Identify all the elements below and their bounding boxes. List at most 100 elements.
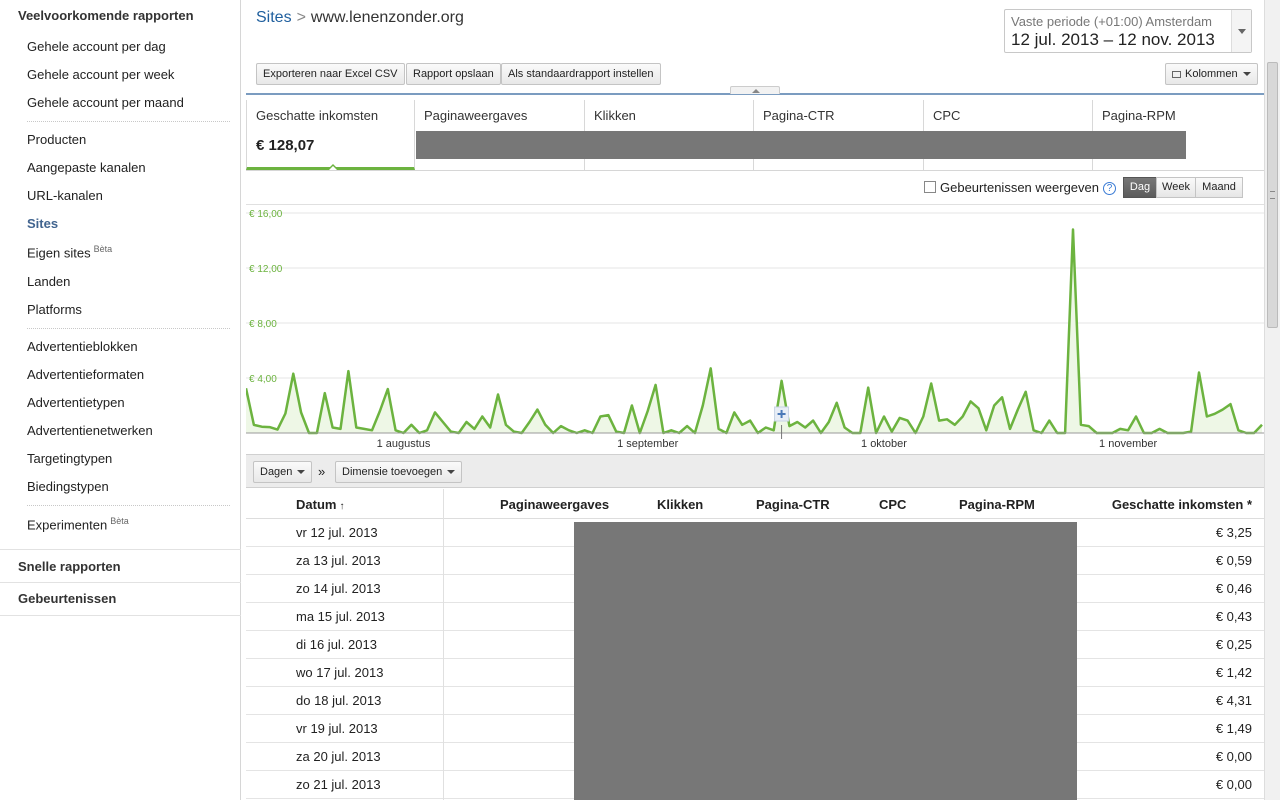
- sidebar-item-targeting-types[interactable]: Targetingtypen: [27, 451, 112, 466]
- cell-earnings: € 4,31: [1215, 693, 1252, 708]
- show-events-toggle[interactable]: Gebeurtenissen weergeven?: [924, 180, 1116, 195]
- column-header-page-ctr[interactable]: Pagina-CTR: [756, 497, 830, 512]
- column-header-date[interactable]: Datum ↑: [296, 497, 344, 512]
- breadcrumb-chevron: »: [318, 464, 326, 479]
- granularity-month-button[interactable]: Maand: [1195, 177, 1243, 198]
- sidebar-item-own-sites-label: Eigen sites: [27, 245, 91, 261]
- cell-earnings: € 0,00: [1215, 777, 1252, 792]
- earnings-chart: € 16,00 € 12,00 € 8,00 € 4,00 1 augustus 1 se…: [246, 209, 1264, 450]
- sidebar-item-products[interactable]: Producten: [27, 132, 86, 147]
- cell-date: vr 12 jul. 2013: [296, 525, 378, 540]
- y-tick-label: € 8,00: [249, 319, 277, 330]
- granularity-week-button[interactable]: Week: [1156, 177, 1196, 198]
- sidebar-item-experiments-label: Experimenten: [27, 517, 108, 533]
- sort-ascending-icon: ↑: [339, 501, 345, 512]
- sidebar-item-bid-types[interactable]: Biedingstypen: [27, 479, 109, 494]
- cell-earnings: € 3,25: [1215, 525, 1252, 540]
- sidebar-heading-quick-reports[interactable]: Snelle rapporten: [18, 559, 121, 574]
- x-tick-label: 1 oktober: [861, 438, 907, 450]
- breadcrumb-sites-link[interactable]: Sites: [256, 9, 292, 26]
- columns-label: Kolommen: [1185, 68, 1238, 80]
- add-dimension-dropdown[interactable]: Dimensie toevoegen: [335, 461, 463, 483]
- cell-date: ma 15 jul. 2013: [296, 609, 385, 624]
- x-tick-label: 1 november: [1099, 438, 1157, 450]
- sidebar-item-ad-formats[interactable]: Advertentieformaten: [27, 367, 144, 382]
- cell-earnings: € 0,59: [1215, 553, 1252, 568]
- scrollbar-thumb[interactable]: [1267, 62, 1278, 328]
- sidebar-item-url-channels[interactable]: URL-kanalen: [27, 188, 103, 203]
- sidebar-item-account-per-week[interactable]: Gehele account per week: [27, 67, 174, 82]
- metric-name: Klikken: [594, 108, 636, 123]
- main-content: Sites > www.lenenzonder.org Vaste periode …: [246, 0, 1264, 800]
- sidebar-divider: [0, 549, 241, 550]
- sidebar-item-platforms[interactable]: Platforms: [27, 302, 82, 317]
- table-header: Datum ↑ Paginaweergaves Klikken Pagina-CT…: [246, 489, 1264, 519]
- x-tick-label: 1 september: [617, 438, 678, 450]
- add-dimension-label: Dimensie toevoegen: [342, 466, 443, 478]
- sidebar-item-countries[interactable]: Landen: [27, 274, 70, 289]
- date-range-picker[interactable]: Vaste periode (+01:00) Amsterdam 12 jul.…: [1004, 9, 1252, 53]
- show-events-label: Gebeurtenissen weergeven: [940, 180, 1099, 195]
- sidebar-item-own-sites[interactable]: Eigen sites Bèta: [27, 244, 112, 260]
- cell-earnings: € 1,49: [1215, 721, 1252, 736]
- cell-date: wo 17 jul. 2013: [296, 665, 384, 680]
- sidebar-item-ad-networks[interactable]: Advertentienetwerken: [27, 423, 153, 438]
- metric-name: CPC: [933, 108, 961, 123]
- sidebar-item-sites[interactable]: Sites: [27, 216, 58, 231]
- breadcrumb-separator: >: [296, 9, 306, 26]
- redacted-block: [574, 522, 1077, 800]
- cell-date: vr 19 jul. 2013: [296, 721, 378, 736]
- table-toolbar: Dagen » Dimensie toevoegen: [246, 454, 1264, 488]
- cell-date: do 18 jul. 2013: [296, 693, 382, 708]
- page-scrollbar[interactable]: [1264, 0, 1280, 800]
- column-header-cpc[interactable]: CPC: [879, 497, 906, 512]
- column-header-pageviews[interactable]: Paginaweergaves: [500, 497, 609, 512]
- redacted-block: [416, 131, 1186, 159]
- cell-date: zo 21 jul. 2013: [296, 777, 381, 792]
- sidebar-divider: [27, 121, 230, 122]
- sidebar-item-account-per-day[interactable]: Gehele account per dag: [27, 39, 166, 54]
- cell-date: za 13 jul. 2013: [296, 553, 381, 568]
- cell-earnings: € 0,00: [1215, 749, 1252, 764]
- dimension-days-label: Dagen: [260, 466, 293, 478]
- sidebar-heading-events[interactable]: Gebeurtenissen: [18, 591, 116, 606]
- export-csv-button[interactable]: Exporteren naar Excel CSV: [256, 63, 405, 85]
- chevron-down-icon[interactable]: [1231, 10, 1251, 52]
- metric-tab-estimated-earnings[interactable]: Geschatte inkomsten € 128,07: [246, 100, 415, 170]
- sidebar-item-account-per-month[interactable]: Gehele account per maand: [27, 95, 184, 110]
- cell-earnings: € 1,42: [1215, 665, 1252, 680]
- cell-earnings: € 0,25: [1215, 637, 1252, 652]
- breadcrumb: Sites > www.lenenzonder.org: [256, 9, 464, 27]
- save-report-button[interactable]: Rapport opslaan: [406, 63, 501, 85]
- checkbox[interactable]: [924, 181, 936, 193]
- column-header-clicks[interactable]: Klikken: [657, 497, 703, 512]
- cell-date: za 20 jul. 2013: [296, 749, 381, 764]
- beta-badge: Bèta: [93, 244, 113, 254]
- chevron-down-icon: [1242, 72, 1251, 77]
- x-tick-label: 1 augustus: [377, 438, 431, 450]
- collapse-chart-toggle[interactable]: [730, 86, 780, 94]
- sidebar-item-ad-types[interactable]: Advertentietypen: [27, 395, 125, 410]
- series-line-estimated-earnings: [246, 228, 1263, 435]
- y-tick-label: € 12,00: [249, 264, 283, 275]
- sidebar-divider: [27, 505, 230, 506]
- sidebar-heading-common-reports[interactable]: Veelvoorkomende rapporten: [18, 8, 194, 23]
- set-default-report-button[interactable]: Als standaardrapport instellen: [501, 63, 661, 85]
- sidebar-item-custom-channels[interactable]: Aangepaste kanalen: [27, 160, 146, 175]
- column-header-page-rpm[interactable]: Pagina-RPM: [959, 497, 1035, 512]
- sidebar: Veelvoorkomende rapporten Gehele account…: [0, 0, 241, 800]
- columns-button[interactable]: Kolommen: [1165, 63, 1258, 85]
- column-header-estimated-earnings[interactable]: Geschatte inkomsten *: [1112, 497, 1252, 512]
- date-range-label: Vaste periode (+01:00) Amsterdam: [1011, 14, 1213, 29]
- dimension-days-dropdown[interactable]: Dagen: [253, 461, 313, 483]
- date-range-value: 12 jul. 2013 – 12 nov. 2013: [1011, 30, 1215, 49]
- breadcrumb-current-site: www.lenenzonder.org: [310, 9, 464, 26]
- help-icon[interactable]: ?: [1103, 182, 1116, 195]
- beta-badge: Bèta: [110, 516, 129, 526]
- y-tick-label: € 4,00: [249, 374, 277, 385]
- cell-earnings: € 0,46: [1215, 581, 1252, 596]
- sidebar-item-experiments[interactable]: Experimenten Bèta: [27, 516, 129, 532]
- granularity-day-button[interactable]: Dag: [1123, 177, 1157, 198]
- sidebar-item-ad-units[interactable]: Advertentieblokken: [27, 339, 138, 354]
- metric-name: Pagina-RPM: [1102, 108, 1176, 123]
